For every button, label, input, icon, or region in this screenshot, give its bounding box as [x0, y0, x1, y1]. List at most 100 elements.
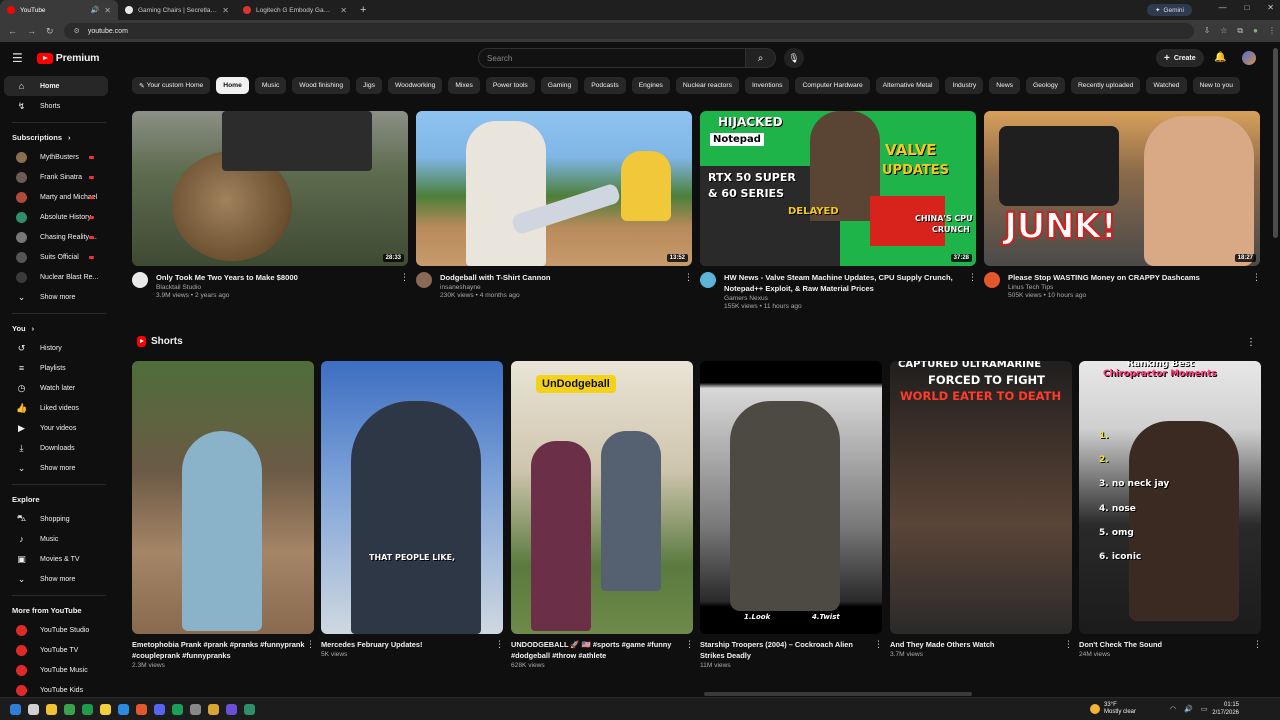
menu-kebab-icon[interactable]: ⋮ [1268, 26, 1276, 36]
sidebar-subscription-item[interactable]: MythBusters [4, 147, 108, 167]
video-title[interactable]: Please Stop WASTING Money on CRAPPY Dash… [1008, 272, 1244, 283]
file-explorer-icon[interactable] [46, 703, 57, 715]
close-tab-icon[interactable]: ✕ [222, 6, 229, 15]
chip-your-custom-home[interactable]: ✎ Your custom Home [132, 77, 211, 94]
browser-tab-secretlab[interactable]: Gaming Chairs | Secretlab TITAN ✕ [118, 0, 236, 20]
subscriptions-heading[interactable]: Subscriptions › [0, 127, 116, 147]
chip-mixes[interactable]: Mixes [448, 77, 480, 94]
short-thumbnail[interactable]: THAT PEOPLE LIKE, [321, 361, 503, 634]
chip-podcasts[interactable]: Podcasts [584, 77, 626, 94]
close-window-icon[interactable]: ✕ [1267, 3, 1274, 12]
browser-tab-youtube[interactable]: YouTube 🔊 ✕ [0, 0, 118, 20]
short-card[interactable]: CAPTURED ULTRAMARINE FORCED TO FIGHT WOR… [890, 361, 1073, 658]
taskbar-clock[interactable]: 01:15 2/17/2026 [1205, 701, 1239, 717]
sidebar-item-shorts[interactable]: ↯ Shorts [4, 96, 108, 116]
sidebar-subscription-item[interactable]: Chasing Reality ... [4, 227, 108, 247]
menu-hamburger-icon[interactable]: ☰ [12, 51, 23, 65]
spreadsheet-icon[interactable] [82, 703, 93, 715]
short-card[interactable]: Ranking Best Chiropractor Moments 1. 2. … [1079, 361, 1262, 658]
chip-jigs[interactable]: Jigs [356, 77, 382, 94]
video-card[interactable]: HIJACKED Notepad VALVE UPDATES RTX 50 SU… [700, 111, 977, 310]
more-actions-icon[interactable]: ⋮ [1246, 337, 1256, 348]
search-button[interactable]: ⌕ [746, 48, 776, 68]
video-card[interactable]: JUNK! 18:27 Please Stop WASTING Money on… [984, 111, 1261, 299]
voice-search-button[interactable]: 🎙 [784, 48, 804, 68]
sidebar-item-playlists[interactable]: ≡ Playlists [4, 358, 108, 378]
site-info-icon[interactable]: ⚙ [74, 27, 80, 35]
browser-icon[interactable] [136, 703, 147, 715]
more-actions-icon[interactable]: ⋮ [968, 272, 977, 310]
chat-app-icon[interactable] [226, 703, 237, 715]
channel-name[interactable]: Blacktail Studio [156, 284, 392, 291]
sidebar-item-liked-videos[interactable]: 👍 Liked videos [4, 398, 108, 418]
channel-avatar[interactable] [416, 272, 432, 288]
more-actions-icon[interactable]: ⋮ [495, 639, 504, 658]
sidebar-show-more-explore[interactable]: ⌄ Show more [4, 569, 108, 589]
sidebar-item-history[interactable]: ↺ History [4, 338, 108, 358]
video-title[interactable]: Dodgeball with T-Shirt Cannon [440, 272, 676, 283]
sidebar-subscription-item[interactable]: Frank Sinatra [4, 167, 108, 187]
new-tab-button[interactable]: + [354, 4, 372, 16]
short-card[interactable]: UnDodgeball UNDODGEBALL 🚀 🇺🇸 #sports #ga… [511, 361, 694, 669]
reload-icon[interactable]: ↻ [46, 26, 54, 37]
twitter-icon[interactable] [118, 703, 129, 715]
account-avatar[interactable] [1242, 51, 1256, 65]
browser-tab-logitech[interactable]: Logitech G Embody Gaming Ch ✕ [236, 0, 354, 20]
chip-power-tools[interactable]: Power tools [485, 77, 535, 94]
maximize-icon[interactable]: □ [1244, 3, 1249, 12]
more-actions-icon[interactable]: ⋮ [685, 639, 694, 669]
short-title[interactable]: UNDODGEBALL 🚀 🇺🇸 #sports #game #funny #d… [511, 639, 685, 661]
chip-computer-hardware[interactable]: Computer Hardware [795, 77, 870, 94]
more-actions-icon[interactable]: ⋮ [874, 639, 883, 669]
channel-avatar[interactable] [700, 272, 716, 288]
short-title[interactable]: Don't Check The Sound [1079, 639, 1253, 650]
chip-news[interactable]: News [989, 77, 1021, 94]
profile-icon[interactable]: ● [1253, 26, 1258, 36]
short-thumbnail[interactable]: CAPTURED ULTRAMARINE FORCED TO FIGHT WOR… [890, 361, 1072, 634]
minimize-icon[interactable]: — [1218, 3, 1226, 12]
terminal-icon[interactable] [244, 703, 255, 715]
channel-name[interactable]: Linus Tech Tips [1008, 284, 1244, 291]
sidebar-item-home[interactable]: ⌂ Home [4, 76, 108, 96]
short-thumbnail[interactable]: UnDodgeball [511, 361, 693, 634]
chip-wood-finishing[interactable]: Wood finishing [292, 77, 351, 94]
short-card[interactable]: Emetophobia Prank #prank #pranks #funnyp… [132, 361, 315, 669]
chip-gaming[interactable]: Gaming [540, 77, 579, 94]
search-input[interactable]: Search [478, 48, 746, 68]
more-actions-icon[interactable]: ⋮ [1253, 639, 1262, 658]
channel-name[interactable]: Gamers Nexus [724, 295, 960, 302]
sidebar-item-youtube-studio[interactable]: YouTube Studio [4, 620, 108, 640]
discord-icon[interactable] [154, 703, 165, 715]
close-tab-icon[interactable]: ✕ [104, 6, 111, 15]
short-card[interactable]: THAT PEOPLE LIKE, Mercedes February Upda… [321, 361, 504, 658]
short-thumbnail[interactable]: 1.Look 4.Twist [700, 361, 882, 634]
sidebar-show-more-you[interactable]: ⌄ Show more [4, 458, 108, 478]
task-view-icon[interactable] [28, 703, 39, 715]
video-thumbnail[interactable]: 13:52 [416, 111, 692, 266]
sidebar-item-music[interactable]: ♪ Music [4, 529, 108, 549]
more-actions-icon[interactable]: ⋮ [684, 272, 693, 299]
youtube-premium-logo[interactable]: Premium [36, 52, 100, 64]
short-card[interactable]: 1.Look 4.Twist Starship Troopers (2004) … [700, 361, 883, 669]
sidebar-item-movies-tv[interactable]: ▣ Movies & TV [4, 549, 108, 569]
xbox-icon[interactable] [64, 703, 75, 715]
short-title[interactable]: Starship Troopers (2004) – Cockroach Ali… [700, 639, 874, 661]
forward-icon[interactable]: → [27, 26, 36, 36]
weather-widget[interactable]: 33°F Mostly clear [1090, 702, 1136, 716]
back-icon[interactable]: ← [8, 26, 17, 36]
more-actions-icon[interactable]: ⋮ [306, 639, 315, 669]
sidebar-item-your-videos[interactable]: ▶ Your videos [4, 418, 108, 438]
horizontal-scroll-indicator[interactable] [704, 692, 972, 696]
more-actions-icon[interactable]: ⋮ [1252, 272, 1261, 299]
chip-engines[interactable]: Engines [631, 77, 670, 94]
channel-avatar[interactable] [132, 272, 148, 288]
short-thumbnail[interactable] [132, 361, 314, 634]
chip-new-to-you[interactable]: New to you [1192, 77, 1240, 94]
sidebar-item-shopping[interactable]: ⛍ Shopping [4, 509, 108, 529]
short-title[interactable]: Emetophobia Prank #prank #pranks #funnyp… [132, 639, 306, 661]
sidebar-item-youtube-tv[interactable]: YouTube TV [4, 640, 108, 660]
sidebar-item-downloads[interactable]: ⤓ Downloads [4, 438, 108, 458]
channel-name[interactable]: insaneshayne [440, 284, 676, 291]
gemini-button[interactable]: ✦ Gemini [1146, 4, 1192, 16]
chip-woodworking[interactable]: Woodworking [387, 77, 443, 94]
